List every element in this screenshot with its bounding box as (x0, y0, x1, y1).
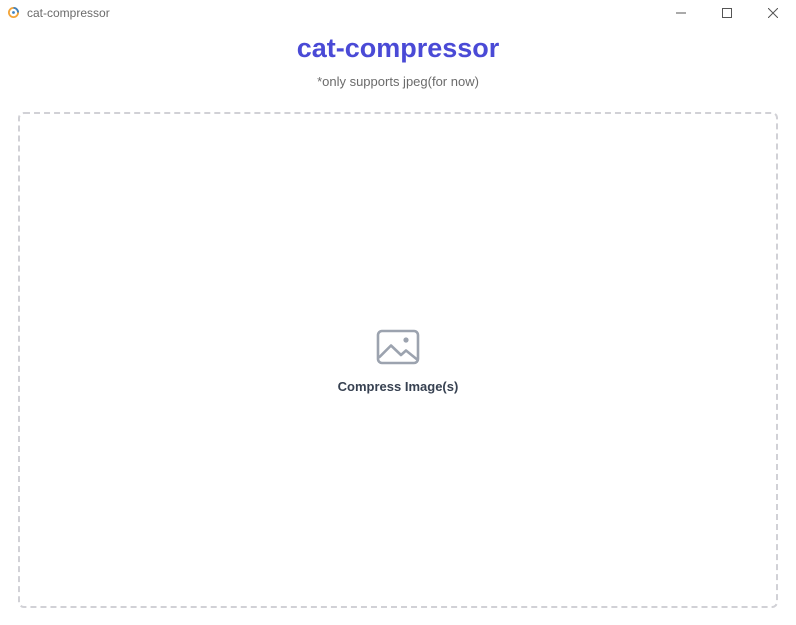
window-title: cat-compressor (27, 6, 110, 20)
app-window: cat-compressor cat-compressor *only supp… (0, 0, 796, 625)
title-bar[interactable]: cat-compressor (0, 0, 796, 26)
image-icon (376, 329, 420, 365)
maximize-button[interactable] (704, 0, 750, 26)
page-subtitle: *only supports jpeg(for now) (317, 74, 479, 89)
minimize-button[interactable] (658, 0, 704, 26)
compress-images-label: Compress Image(s) (337, 379, 459, 394)
image-dropzone[interactable]: Compress Image(s) (18, 112, 778, 608)
window-controls (658, 0, 796, 26)
page-title: cat-compressor (296, 33, 500, 63)
minimize-icon (676, 8, 686, 18)
close-button[interactable] (750, 0, 796, 26)
app-logo-icon (7, 6, 20, 19)
close-icon (768, 8, 778, 18)
maximize-icon (722, 8, 732, 18)
